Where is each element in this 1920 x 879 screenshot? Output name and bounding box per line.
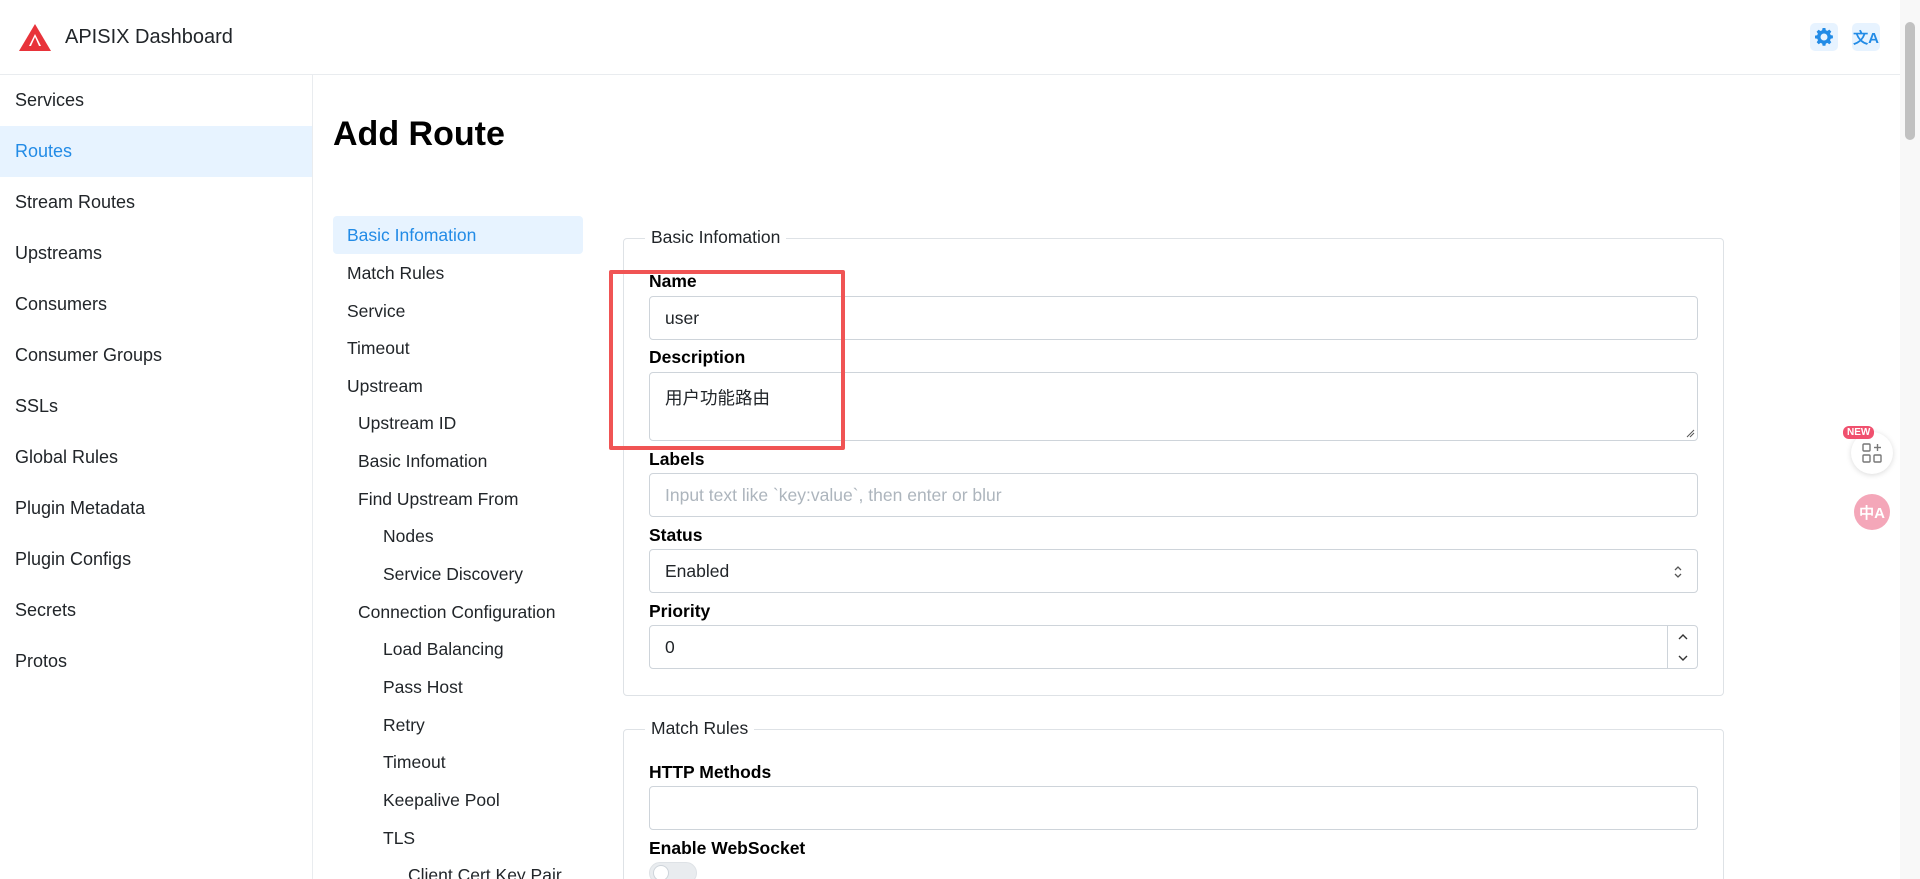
toc-item-match-rules[interactable]: Match Rules bbox=[347, 254, 444, 292]
translate-button[interactable]: 中A bbox=[1854, 494, 1890, 530]
http-methods-label: HTTP Methods bbox=[649, 762, 772, 782]
toc-item-connection-configuration[interactable]: Connection Configuration bbox=[358, 593, 556, 631]
priority-input-value: 0 bbox=[665, 636, 675, 657]
match-rules-legend: Match Rules bbox=[645, 718, 755, 739]
increment-button[interactable] bbox=[1668, 626, 1698, 647]
translate-icon: 中A bbox=[1859, 504, 1885, 522]
toc-item-upstream-timeout[interactable]: Timeout bbox=[383, 743, 446, 781]
page-scrollbar[interactable] bbox=[1900, 0, 1920, 879]
labels-input-placeholder: Input text like `key:value`, then enter … bbox=[665, 484, 1002, 505]
gear-icon bbox=[1815, 28, 1833, 46]
sidebar-item-plugin-metadata[interactable]: Plugin Metadata bbox=[0, 483, 312, 534]
sidebar-item-consumer-groups[interactable]: Consumer Groups bbox=[0, 330, 312, 381]
toc-item-tls[interactable]: TLS bbox=[383, 819, 415, 857]
toc-item-nodes[interactable]: Nodes bbox=[383, 517, 434, 555]
enable-websocket-switch[interactable] bbox=[649, 862, 697, 879]
sidebar-item-global-rules[interactable]: Global Rules bbox=[0, 432, 312, 483]
sidebar-item-stream-routes[interactable]: Stream Routes bbox=[0, 177, 312, 228]
language-button[interactable]: 文A bbox=[1852, 23, 1880, 51]
priority-label: Priority bbox=[649, 601, 711, 621]
toc-item-service-discovery[interactable]: Service Discovery bbox=[383, 555, 523, 593]
basic-info-legend: Basic Infomation bbox=[645, 227, 787, 248]
sidebar-item-upstreams[interactable]: Upstreams bbox=[0, 228, 312, 279]
sidebar-item-plugin-configs[interactable]: Plugin Configs bbox=[0, 534, 312, 585]
toc-item-basic-infomation[interactable]: Basic Infomation bbox=[333, 216, 583, 254]
page-title: Add Route bbox=[333, 115, 505, 153]
toc-item-retry[interactable]: Retry bbox=[383, 706, 425, 744]
chevron-up-down-icon bbox=[1674, 566, 1682, 578]
enable-websocket-label: Enable WebSocket bbox=[649, 838, 806, 858]
status-select[interactable]: Enabled bbox=[649, 549, 1698, 593]
language-icon: 文A bbox=[1853, 29, 1879, 47]
sidebar-item-protos[interactable]: Protos bbox=[0, 636, 312, 687]
switch-knob bbox=[653, 865, 669, 879]
new-badge: NEW bbox=[1843, 426, 1875, 439]
sidebar-item-consumers[interactable]: Consumers bbox=[0, 279, 312, 330]
toc-item-find-upstream-from[interactable]: Find Upstream From bbox=[358, 480, 518, 518]
chevron-up-icon bbox=[1678, 633, 1688, 639]
settings-button[interactable] bbox=[1810, 23, 1838, 51]
scrollbar-thumb[interactable] bbox=[1905, 22, 1915, 140]
priority-number-input[interactable]: 0 bbox=[649, 625, 1698, 669]
http-methods-multiselect[interactable] bbox=[649, 786, 1698, 830]
decrement-button[interactable] bbox=[1668, 647, 1698, 668]
sidebar: Services Routes Stream Routes Upstreams … bbox=[0, 75, 313, 879]
sidebar-item-routes[interactable]: Routes bbox=[0, 126, 312, 177]
toc-item-pass-host[interactable]: Pass Host bbox=[383, 668, 463, 706]
status-label: Status bbox=[649, 525, 703, 545]
app-title: APISIX Dashboard bbox=[65, 26, 233, 48]
sidebar-item-secrets[interactable]: Secrets bbox=[0, 585, 312, 636]
toc-item-upstream[interactable]: Upstream bbox=[347, 367, 423, 405]
labels-input[interactable]: Input text like `key:value`, then enter … bbox=[649, 473, 1698, 517]
sidebar-item-ssls[interactable]: SSLs bbox=[0, 381, 312, 432]
toc-item-service[interactable]: Service bbox=[347, 292, 405, 330]
toc-item-load-balancing[interactable]: Load Balancing bbox=[383, 630, 504, 668]
status-select-value: Enabled bbox=[665, 560, 730, 581]
top-header: APISIX Dashboard 文A bbox=[0, 0, 1900, 75]
apisix-logo-icon bbox=[19, 24, 51, 51]
resize-handle-icon[interactable] bbox=[1685, 428, 1695, 438]
toc-item-client-cert-key-pair[interactable]: Client Cert Key Pair bbox=[408, 856, 562, 879]
toc-item-upstream-basic-infomation[interactable]: Basic Infomation bbox=[358, 442, 487, 480]
toc-item-upstream-id[interactable]: Upstream ID bbox=[358, 404, 456, 442]
chevron-down-icon bbox=[1678, 655, 1688, 661]
toc-item-timeout[interactable]: Timeout bbox=[347, 329, 410, 367]
sidebar-item-services[interactable]: Services bbox=[0, 75, 312, 126]
toc-item-keepalive-pool[interactable]: Keepalive Pool bbox=[383, 781, 500, 819]
apps-add-icon bbox=[1862, 443, 1882, 463]
labels-label: Labels bbox=[649, 449, 705, 469]
highlight-annotation-box bbox=[609, 270, 845, 450]
priority-stepper bbox=[1667, 626, 1697, 668]
